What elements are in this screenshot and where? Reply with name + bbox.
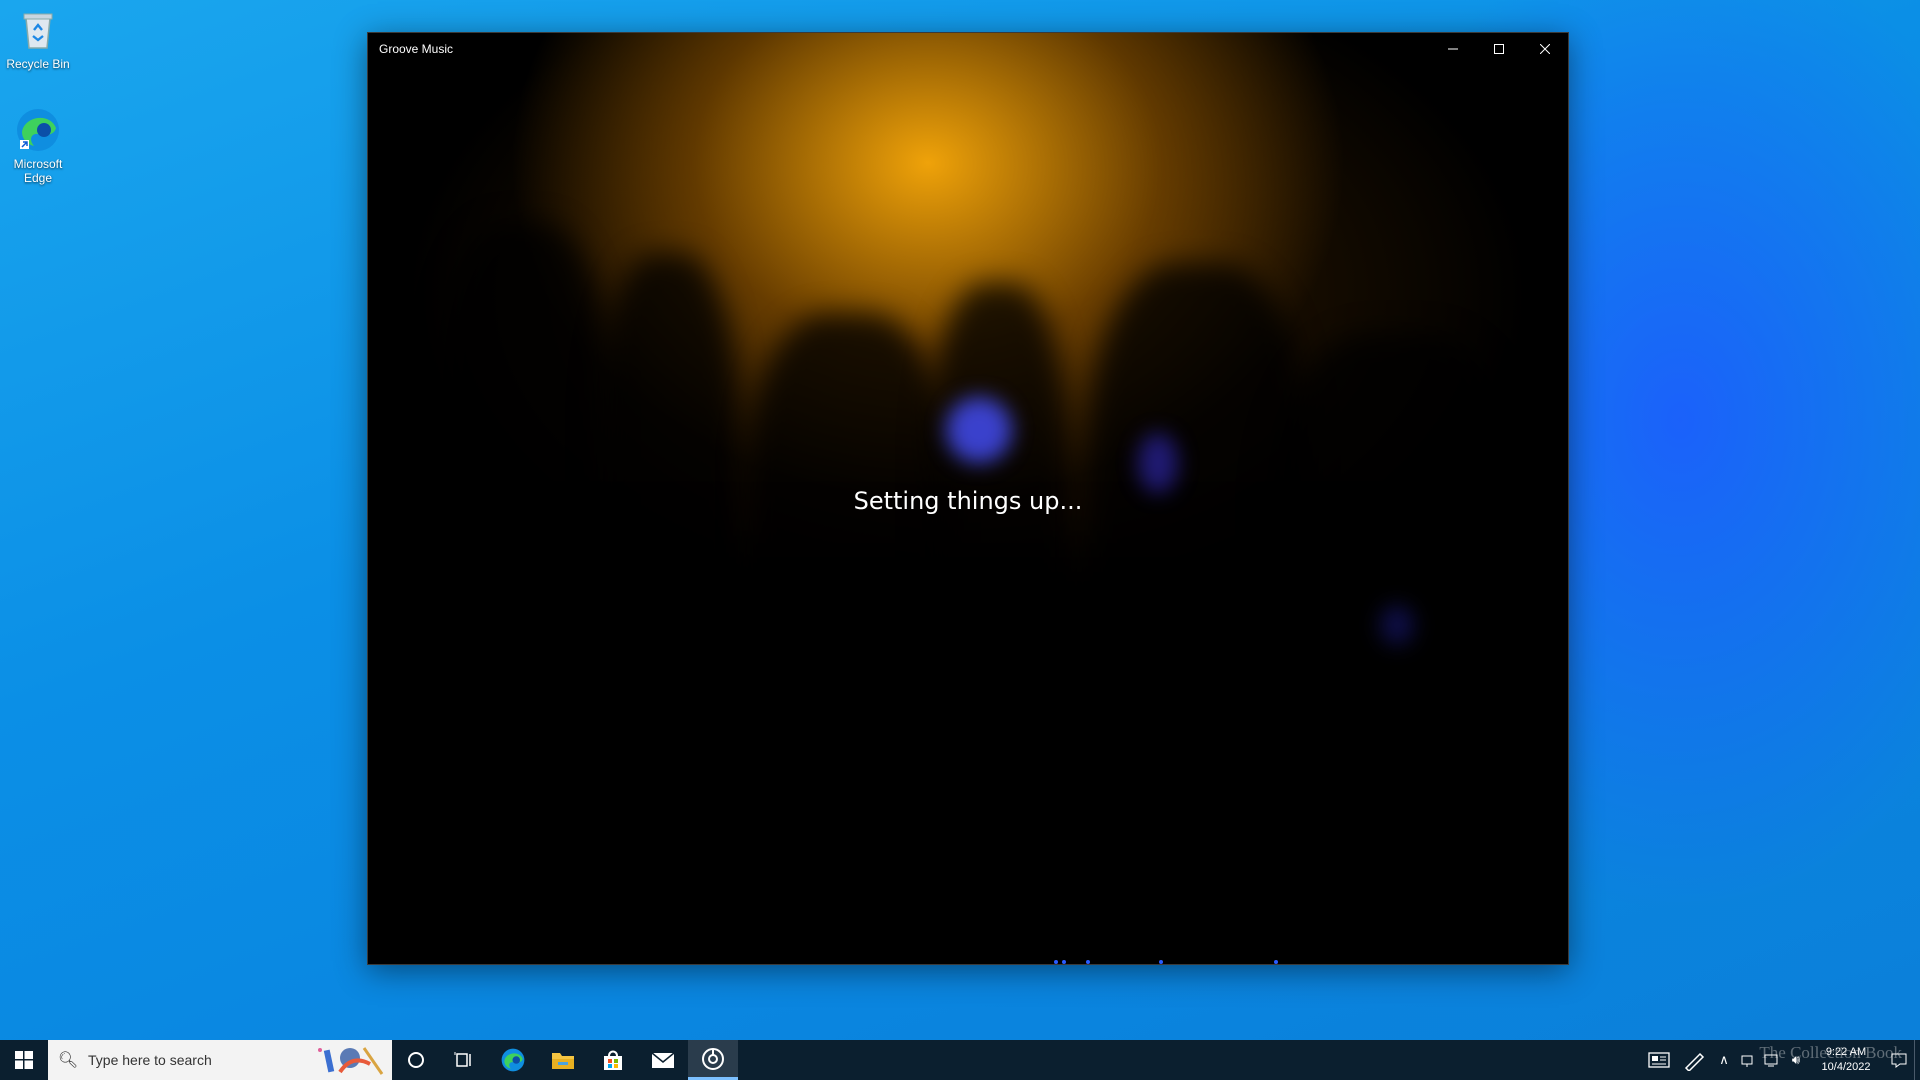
search-input[interactable]	[88, 1052, 308, 1068]
desktop-icon-edge[interactable]: Microsoft Edge	[4, 106, 72, 185]
show-hidden-icons-button[interactable]: ∧	[1712, 1040, 1736, 1080]
cortana-button[interactable]	[392, 1040, 440, 1080]
pen-icon	[1684, 1052, 1705, 1071]
edge-icon	[17, 109, 59, 151]
desktop-icon-label: Recycle Bin	[6, 57, 70, 71]
close-icon	[1540, 44, 1550, 54]
progress-dots	[368, 960, 1568, 964]
groove-music-icon	[702, 1047, 724, 1070]
taskbar: 🔍︎ Type here to search ∧ 🔊︎ 9:22 AM 10/4…	[0, 1040, 1920, 1080]
network-button[interactable]	[1760, 1040, 1784, 1080]
taskbar-groove-music[interactable]	[688, 1040, 738, 1080]
window-title: Groove Music	[379, 42, 454, 56]
cortana-icon	[408, 1052, 424, 1068]
file-explorer-icon	[552, 1053, 574, 1069]
system-tray: ∧ 🔊︎ 9:22 AM 10/4/2022	[1642, 1040, 1920, 1080]
store-icon	[604, 1050, 622, 1070]
pen-workspace-button[interactable]	[1676, 1040, 1712, 1080]
start-button[interactable]	[0, 1040, 48, 1080]
speaker-icon: 🔊︎	[1791, 1052, 1801, 1067]
groove-music-window[interactable]: Groove Music Setting things up...	[367, 32, 1569, 965]
onedrive-button[interactable]	[1736, 1040, 1760, 1080]
chevron-up-icon: ∧	[1719, 1052, 1729, 1067]
windows-logo-icon	[15, 1051, 33, 1069]
clock-date: 10/4/2022	[1821, 1061, 1871, 1073]
close-button[interactable]	[1522, 33, 1568, 65]
taskbar-store[interactable]	[588, 1040, 638, 1080]
light-orb	[1138, 433, 1178, 493]
search-highlight-icon	[318, 1047, 384, 1075]
loading-message: Setting things up...	[853, 487, 1083, 515]
progress-dot	[1054, 960, 1058, 964]
progress-dot	[1274, 960, 1278, 964]
notification-icon	[1891, 1053, 1907, 1068]
progress-dot	[1159, 960, 1163, 964]
desktop-icon-label: Microsoft Edge	[13, 157, 63, 185]
maximize-icon	[1494, 44, 1504, 54]
task-view-icon	[454, 1052, 471, 1067]
clock[interactable]: 9:22 AM 10/4/2022	[1808, 1045, 1884, 1075]
search-icon: 🔍︎	[57, 1052, 79, 1069]
taskbar-file-explorer[interactable]	[538, 1040, 588, 1080]
light-orb	[946, 397, 1012, 463]
show-desktop-button[interactable]	[1914, 1040, 1920, 1080]
task-view-button[interactable]	[440, 1040, 488, 1080]
news-icon	[1648, 1052, 1670, 1068]
taskbar-edge[interactable]	[488, 1040, 538, 1080]
network-icon	[1764, 1054, 1778, 1067]
light-orb	[1380, 605, 1414, 645]
volume-button[interactable]: 🔊︎	[1784, 1040, 1808, 1080]
recycle-bin-icon	[23, 13, 53, 49]
clock-time: 9:22 AM	[1825, 1046, 1867, 1058]
action-center-button[interactable]	[1884, 1040, 1914, 1080]
edge-icon	[501, 1048, 525, 1072]
desktop-icon-recycle-bin[interactable]: Recycle Bin	[4, 6, 72, 71]
search-box[interactable]: 🔍︎	[48, 1040, 392, 1080]
minimize-icon	[1448, 48, 1458, 50]
mail-icon	[651, 1052, 675, 1068]
network-status-icon	[1741, 1055, 1753, 1067]
title-bar[interactable]: Groove Music	[368, 33, 1568, 65]
news-widget-button[interactable]	[1642, 1040, 1676, 1080]
progress-dot	[1062, 960, 1066, 964]
minimize-button[interactable]	[1430, 33, 1476, 65]
progress-dot	[1086, 960, 1090, 964]
taskbar-mail[interactable]	[638, 1040, 688, 1080]
maximize-button[interactable]	[1476, 33, 1522, 65]
